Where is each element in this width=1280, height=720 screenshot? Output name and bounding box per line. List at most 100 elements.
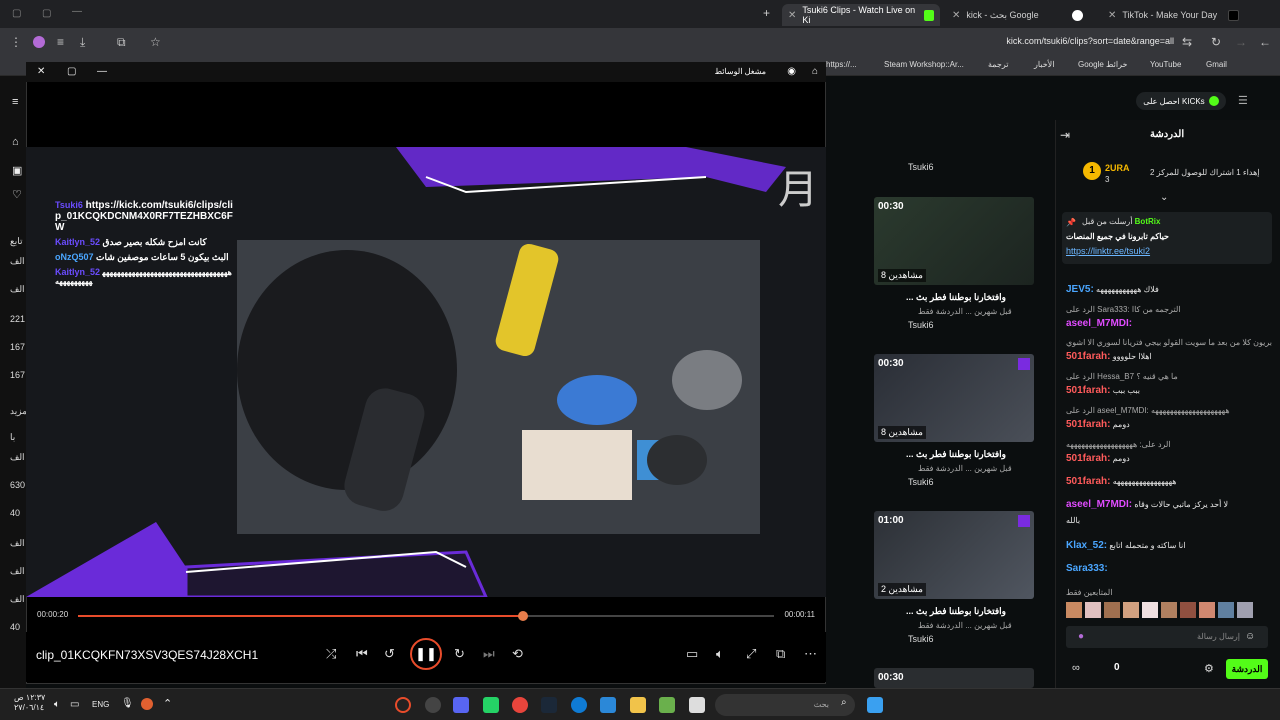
chrome-taskbar-icon[interactable] [512, 697, 528, 713]
emote-icon[interactable] [1142, 602, 1158, 618]
close-tab-icon[interactable]: ✕ [952, 10, 960, 21]
steam-taskbar-icon[interactable] [541, 697, 557, 713]
pin-icon[interactable]: 📌 [1066, 218, 1076, 227]
chat-message[interactable]: 501farah: ببب ببب [1066, 385, 1272, 396]
emote-icon[interactable] [1123, 602, 1139, 618]
menu-dots-icon[interactable]: ⋮ [10, 35, 22, 49]
emote-icon[interactable] [1237, 602, 1253, 618]
minimize-icon[interactable]: — [72, 6, 82, 17]
pinned-user[interactable]: BotRix [1135, 217, 1161, 226]
chat-username[interactable]: 501farah: [1066, 453, 1110, 464]
store-taskbar-icon[interactable] [600, 697, 616, 713]
chat-message[interactable]: aseel_M7MDI: لا أحد يركز ماتبي حالات وقا… [1066, 499, 1272, 510]
back-icon[interactable]: ← [1259, 35, 1271, 49]
network-tray-icon[interactable]: ▭ [70, 699, 79, 710]
edge-taskbar-icon[interactable] [571, 697, 587, 713]
pinned-link[interactable]: https://linktr.ee/tsuki2 [1066, 246, 1150, 256]
close-tab-icon[interactable]: ✕ [788, 10, 796, 21]
hamburger-icon[interactable]: ≡ [12, 96, 18, 108]
chat-username[interactable]: aseel_M7MDI: [1066, 499, 1132, 510]
chat-username[interactable]: Sara333: [1066, 563, 1108, 574]
clip-title[interactable]: ... وافتخارنا بوطننا فطر بث [906, 606, 1006, 617]
fullscreen-icon[interactable]: ⤢ [746, 646, 756, 662]
clip-channel[interactable]: Tsuki6 [908, 634, 934, 644]
seek-bar[interactable]: 00:00:20 00:00:11 [26, 605, 826, 627]
chat-username[interactable]: 501farah: [1066, 385, 1110, 396]
close-tab-icon[interactable]: ✕ [1108, 10, 1116, 21]
chat-message[interactable]: Klax_52: انا ساكته و متحمله اتابع [1066, 540, 1272, 551]
bookmark-star-icon[interactable]: ☆ [150, 35, 161, 49]
user-menu-icon[interactable]: ☰ [1238, 94, 1248, 107]
clip-thumbnail[interactable]: 00:30 8 مشاهدين [874, 354, 1034, 442]
tab-kick-clips[interactable]: ✕ Tsuki6 Clips - Watch Live on Ki [782, 4, 940, 26]
rewind-10-icon[interactable]: ↺ [384, 646, 395, 662]
close-window-icon[interactable]: ✕ [37, 66, 45, 77]
discord-taskbar-icon[interactable] [453, 697, 469, 713]
shuffle-icon[interactable]: ⤮ [326, 646, 336, 662]
window-menu-icon[interactable]: ▢ [12, 8, 21, 19]
whatsapp-taskbar-icon[interactable] [483, 697, 499, 713]
bookmark-item[interactable]: Gmail [1206, 60, 1227, 69]
emote-icon[interactable] [1218, 602, 1234, 618]
bookmark-item[interactable]: Google خرائط [1078, 60, 1127, 69]
get-kicks-button[interactable]: احصل على KICKs [1136, 92, 1226, 110]
chat-username[interactable]: JEV5: [1066, 284, 1094, 295]
home-icon[interactable]: ⌂ [812, 66, 818, 77]
mic-tray-icon[interactable]: 🎙︎ [121, 698, 134, 709]
chat-username[interactable]: aseel_M7MDI: [1066, 318, 1132, 329]
bookmark-item[interactable]: الأخبار [1034, 60, 1054, 69]
app-tray-icon[interactable] [141, 698, 153, 710]
download-icon[interactable]: ⤓ [80, 35, 85, 50]
chat-message[interactable]: 501farah: دومم [1066, 453, 1272, 464]
system-clock[interactable]: ١٢:٣٧ ص ٢٧/٠٦/١٤ [14, 693, 45, 713]
clip-thumbnail[interactable]: 01:00 2 مشاهدين [874, 511, 1034, 599]
extensions-icon[interactable]: ≡ [57, 35, 64, 49]
start-button[interactable] [867, 697, 883, 713]
volume-icon[interactable]: 🔈︎ [716, 646, 724, 662]
mini-player-icon[interactable]: ⧉ [776, 646, 785, 662]
collapse-chat-icon[interactable]: ⇥ [1060, 128, 1070, 142]
top-gifter-name[interactable]: 2URA [1105, 163, 1130, 173]
bookmark-item[interactable]: YouTube [1150, 60, 1181, 69]
chat-input[interactable]: إرسال رسالة [1066, 626, 1268, 648]
chat-username[interactable]: Klax_52: [1066, 540, 1107, 551]
notepad-taskbar-icon[interactable] [689, 697, 705, 713]
share-icon[interactable]: ⧉ [117, 35, 126, 50]
chat-username[interactable]: 501farah: [1066, 351, 1110, 362]
emote-icon[interactable] [1085, 602, 1101, 618]
media-player-taskbar-icon[interactable] [395, 697, 411, 713]
emote-icon[interactable] [1066, 602, 1082, 618]
input-language[interactable]: ENG [92, 700, 109, 709]
tab-tiktok[interactable]: ✕ TikTok - Make Your Day [1102, 4, 1252, 26]
chat-message[interactable]: JEV5: فلاك هههههههههههه [1066, 284, 1272, 295]
file-explorer-taskbar-icon[interactable] [630, 697, 646, 713]
site-settings-icon[interactable]: ⇆ [1182, 35, 1192, 49]
reload-icon[interactable]: ↻ [1211, 35, 1221, 49]
bookmark-item[interactable]: https://... [826, 60, 857, 69]
chat-message[interactable]: Sara333: [1066, 563, 1272, 574]
taskbar-search[interactable]: بحث [715, 694, 855, 716]
tab-google[interactable]: ✕ kick - بحث Google [946, 4, 1096, 26]
show-hidden-icons-icon[interactable]: ⌃ [163, 697, 172, 710]
chat-message[interactable]: 501farah: ههههههههههههههههه [1066, 476, 1272, 487]
clip-title[interactable]: ... وافتخارنا بوطننا فطر بث [906, 449, 1006, 460]
mic-icon[interactable]: ● [1078, 631, 1084, 642]
chevron-down-icon[interactable]: ⌄ [1160, 192, 1168, 203]
subtitles-icon[interactable]: ▭ [686, 646, 698, 662]
seek-handle[interactable] [518, 611, 529, 621]
app-taskbar-icon[interactable] [659, 697, 675, 713]
chat-message[interactable]: 501farah: اهلاا حلوووو [1066, 351, 1272, 362]
tab-search-icon[interactable]: ▢ [42, 8, 51, 19]
chat-message[interactable]: aseel_M7MDI: [1066, 318, 1272, 329]
browse-icon[interactable]: ▣ [12, 164, 22, 177]
volume-tray-icon[interactable]: 🔈︎ [54, 699, 60, 710]
settings-loop-icon[interactable]: ∞ [1072, 662, 1080, 674]
clip-thumbnail[interactable]: 00:30 [874, 668, 1034, 688]
pinned-message[interactable]: 📌 أرسلت من قبل BotRix حياكم تابرونا في ج… [1062, 212, 1272, 264]
bookmark-item[interactable]: Steam Workshop::Ar... [884, 60, 964, 69]
settings-taskbar-icon[interactable] [425, 697, 441, 713]
new-tab-icon[interactable]: + [763, 6, 770, 20]
profile-avatar[interactable] [33, 36, 45, 48]
bookmark-item[interactable]: ترجمة [988, 60, 1009, 69]
video-canvas[interactable]: 月 Tsuki6 https://kick.com/tsuki6/clips/c… [26, 147, 826, 597]
